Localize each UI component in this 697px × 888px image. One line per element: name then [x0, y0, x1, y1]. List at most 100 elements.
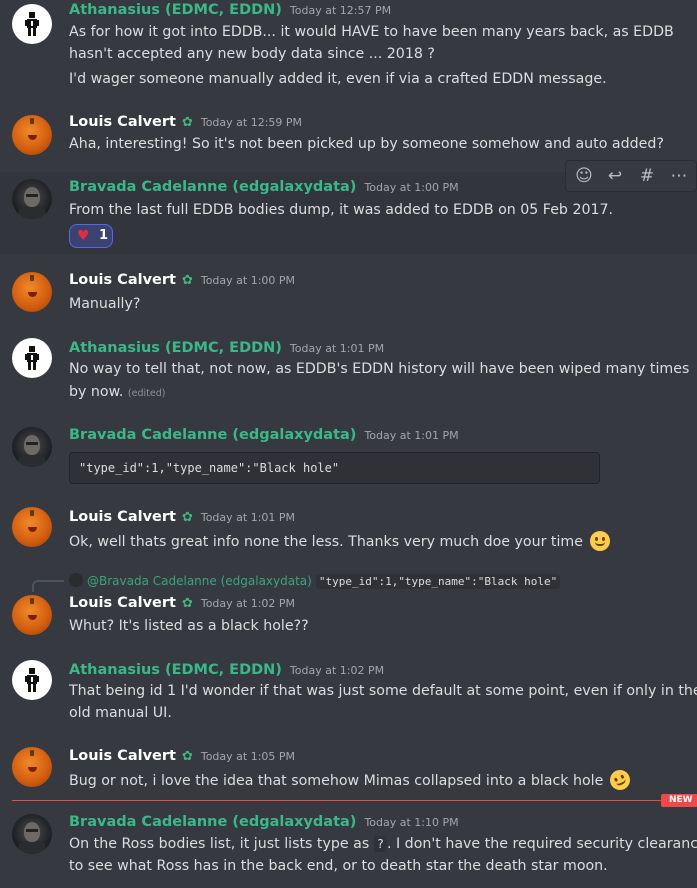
- message-text: Whut? It's listed as a black hole??: [69, 618, 309, 634]
- message-text: On the Ross bodies list, it just lists t…: [69, 836, 697, 852]
- timestamp[interactable]: Today at 12:57 PM: [290, 4, 391, 17]
- rolling-on-floor-laughing-icon[interactable]: [606, 766, 634, 794]
- message-header: Louis Calvert ✿ Today at 1:05 PM: [69, 748, 295, 764]
- username[interactable]: Louis Calvert: [69, 272, 176, 288]
- reaction-heart[interactable]: ♥ 1: [69, 224, 113, 248]
- sprout-badge-icon: ✿: [181, 749, 193, 764]
- avatar[interactable]: [12, 507, 52, 547]
- message-header: Athanasius (EDMC, EDDN) Today at 1:02 PM: [69, 662, 384, 678]
- username[interactable]: Athanasius (EDMC, EDDN): [69, 662, 282, 678]
- message: Louis Calvert ✿ Today at 1:01 PM Ok, well …: [0, 502, 697, 558]
- message: Bravada Cadelanne (edgalaxydata) Today at…: [0, 808, 697, 888]
- avatar[interactable]: [12, 115, 52, 155]
- message: Athanasius (EDMC, EDDN) Today at 1:02 PM …: [0, 656, 697, 730]
- reply-icon[interactable]: ↩: [602, 164, 628, 188]
- message: Bravada Cadelanne (edgalaxydata) Today at…: [0, 420, 697, 490]
- message-text: I'd wager someone manually added it, eve…: [69, 71, 607, 87]
- avatar[interactable]: [12, 338, 52, 378]
- avatar[interactable]: [12, 595, 52, 635]
- username[interactable]: Louis Calvert: [69, 748, 176, 764]
- message-header: Louis Calvert ✿ Today at 1:02 PM: [69, 595, 295, 611]
- message-header: Bravada Cadelanne (edgalaxydata) Today at…: [69, 427, 459, 443]
- message-header: Bravada Cadelanne (edgalaxydata) Today at…: [69, 814, 459, 830]
- message-header: Athanasius (EDMC, EDDN) Today at 1:01 PM: [69, 340, 384, 356]
- message-text: No way to tell that, not now, as EDDB's …: [69, 361, 690, 377]
- timestamp[interactable]: Today at 1:00 PM: [364, 181, 458, 194]
- timestamp[interactable]: Today at 1:01 PM: [290, 342, 384, 355]
- message: Louis Calvert ✿ Today at 1:05 PM Bug or no…: [0, 742, 697, 794]
- message-header: Louis Calvert ✿ Today at 1:00 PM: [69, 272, 295, 288]
- avatar[interactable]: [12, 179, 52, 219]
- avatar[interactable]: [12, 747, 52, 787]
- message-text-part: Ok, well thats great info none the less.…: [69, 534, 583, 550]
- pixel-figure-icon: [25, 12, 39, 36]
- message-text-part: by now.: [69, 384, 124, 400]
- message: Louis Calvert ✿ Today at 1:00 PM Manually?: [0, 266, 697, 322]
- message-text: by now. (edited): [69, 384, 165, 400]
- message: Louis Calvert ✿ Today at 12:59 PM Aha, int…: [0, 110, 697, 166]
- message-text-part: Bug or not, i love the idea that somehow…: [69, 773, 604, 789]
- pixel-figure-icon: [25, 668, 39, 692]
- message-text: That being id 1 I'd wonder if that was j…: [69, 683, 697, 699]
- avatar[interactable]: [12, 4, 52, 44]
- message-header: Athanasius (EDMC, EDDN) Today at 12:57 PM: [69, 2, 391, 18]
- new-messages-badge: NEW: [661, 794, 697, 807]
- username[interactable]: Bravada Cadelanne (edgalaxydata): [69, 814, 356, 830]
- timestamp[interactable]: Today at 1:02 PM: [290, 664, 384, 677]
- code-block[interactable]: "type_id":1,"type_name":"Black hole": [69, 452, 600, 484]
- message-header: Bravada Cadelanne (edgalaxydata) Today at…: [69, 179, 459, 195]
- more-options-icon[interactable]: ⋯: [666, 164, 692, 188]
- sprout-badge-icon: ✿: [181, 510, 193, 525]
- message: Louis Calvert ✿ Today at 1:02 PM Whut? It'…: [0, 590, 697, 646]
- username[interactable]: Bravada Cadelanne (edgalaxydata): [69, 427, 356, 443]
- message: Athanasius (EDMC, EDDN) Today at 1:01 PM …: [0, 334, 697, 404]
- slightly-smiling-face-icon[interactable]: [589, 531, 610, 551]
- timestamp[interactable]: Today at 1:01 PM: [201, 511, 295, 524]
- username[interactable]: Athanasius (EDMC, EDDN): [69, 2, 282, 18]
- message-text: From the last full EDDB bodies dump, it …: [69, 202, 614, 218]
- sprout-badge-icon: ✿: [181, 596, 193, 611]
- message-text: Manually?: [69, 296, 141, 312]
- avatar[interactable]: [12, 427, 52, 467]
- username[interactable]: Louis Calvert: [69, 114, 176, 130]
- message-text: to see what Ross has in the back end, or…: [69, 858, 608, 874]
- timestamp[interactable]: Today at 1:05 PM: [201, 750, 295, 763]
- username[interactable]: Louis Calvert: [69, 595, 176, 611]
- message-actions-toolbar: ☺ ↩ # ⋯: [565, 160, 697, 192]
- inline-code: ?: [373, 836, 387, 852]
- timestamp[interactable]: Today at 1:01 PM: [364, 429, 458, 442]
- message-text: Ok, well thats great info none the less.…: [69, 531, 610, 551]
- pixel-figure-icon: [25, 346, 39, 370]
- sprout-badge-icon: ✿: [181, 273, 193, 288]
- message-text: Aha, interesting! So it's not been picke…: [69, 136, 664, 152]
- message-text: Bug or not, i love the idea that somehow…: [69, 766, 634, 794]
- heart-icon: ♥: [77, 228, 90, 244]
- reply-avatar: [69, 573, 83, 587]
- message-header: Louis Calvert ✿ Today at 12:59 PM: [69, 114, 302, 130]
- message-header: Louis Calvert ✿ Today at 1:01 PM: [69, 509, 295, 525]
- avatar[interactable]: [12, 660, 52, 700]
- username[interactable]: Louis Calvert: [69, 509, 176, 525]
- reply-reference[interactable]: @Bravada Cadelanne (edgalaxydata) "type_i…: [69, 573, 561, 589]
- edited-marker: (edited): [127, 388, 166, 399]
- message-text: As for how it got into EDDB... it would …: [69, 24, 674, 40]
- timestamp[interactable]: Today at 1:10 PM: [364, 816, 458, 829]
- message: Athanasius (EDMC, EDDN) Today at 12:57 PM…: [0, 0, 697, 96]
- username[interactable]: Bravada Cadelanne (edgalaxydata): [69, 179, 356, 195]
- avatar[interactable]: [12, 272, 52, 312]
- add-reaction-icon[interactable]: ☺: [571, 164, 597, 188]
- reply-mention[interactable]: @Bravada Cadelanne (edgalaxydata): [87, 574, 312, 588]
- timestamp[interactable]: Today at 1:00 PM: [201, 274, 295, 287]
- reply-code-preview: "type_id":1,"type_name":"Black hole": [315, 574, 561, 589]
- new-messages-divider: [12, 800, 672, 801]
- message-text: hasn't accepted any new body data since …: [69, 46, 435, 62]
- timestamp[interactable]: Today at 12:59 PM: [201, 116, 302, 129]
- reaction-count: 1: [99, 228, 109, 243]
- message-text-part: . I don't have the required security cle…: [386, 836, 697, 852]
- timestamp[interactable]: Today at 1:02 PM: [201, 597, 295, 610]
- avatar[interactable]: [12, 814, 52, 854]
- username[interactable]: Athanasius (EDMC, EDDN): [69, 340, 282, 356]
- sprout-badge-icon: ✿: [181, 115, 193, 130]
- create-thread-icon[interactable]: #: [634, 164, 660, 188]
- message-text: old manual UI.: [69, 705, 172, 721]
